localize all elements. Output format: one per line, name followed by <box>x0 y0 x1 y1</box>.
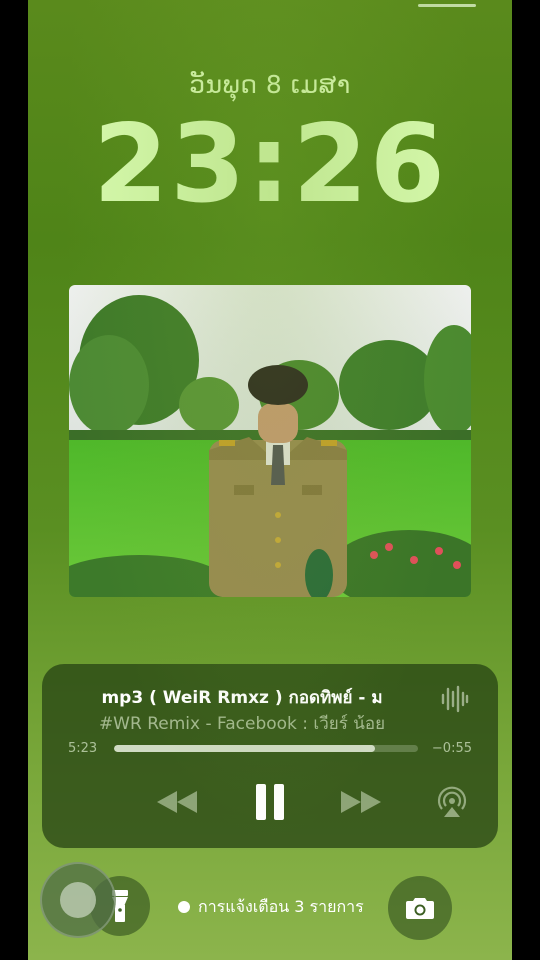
pause-button[interactable] <box>248 782 292 822</box>
now-playing-widget: mp3 ( WeiR Rmxz ) กอดทิพย์ - ม #WR Remix… <box>42 664 498 848</box>
rewind-icon <box>157 791 197 813</box>
pause-icon <box>256 784 284 820</box>
track-artist: #WR Remix - Facebook : เวียร์ น้อย <box>98 714 386 734</box>
assistive-touch-button[interactable] <box>40 862 116 938</box>
camera-button[interactable] <box>388 876 452 940</box>
rewind-button[interactable] <box>152 782 202 822</box>
notification-count-label: การแจ้งเตือน 3 รายการ <box>198 896 364 916</box>
lock-date: ວັນພຸດ 8 ເມສາ <box>189 70 351 99</box>
track-title: mp3 ( WeiR Rmxz ) กอดทิพย์ - ม <box>101 688 383 708</box>
notification-dot <box>178 901 190 913</box>
wallpaper-photo <box>69 285 471 597</box>
fast-forward-button[interactable] <box>336 782 386 822</box>
status-indicator <box>418 4 476 7</box>
playback-progress <box>114 745 376 752</box>
playback-scrubber[interactable] <box>114 745 418 752</box>
airplay-button[interactable] <box>432 782 472 822</box>
airplay-icon <box>437 786 467 817</box>
lock-screen: ວັນພຸດ 8 ເມສາ 23:26 mp3 (WeiR Rmxz) กอ… <box>28 0 512 960</box>
lock-clock: 23:26 <box>93 102 447 227</box>
notification-summary[interactable]: การแจ้งเตือน 3 รายการ <box>178 896 364 918</box>
camera-icon <box>406 898 434 919</box>
remaining-time: −0:55 <box>431 741 472 756</box>
elapsed-time: 5:23 <box>68 741 98 756</box>
waveform-icon[interactable] <box>440 684 470 714</box>
fast-forward-icon <box>341 791 381 813</box>
